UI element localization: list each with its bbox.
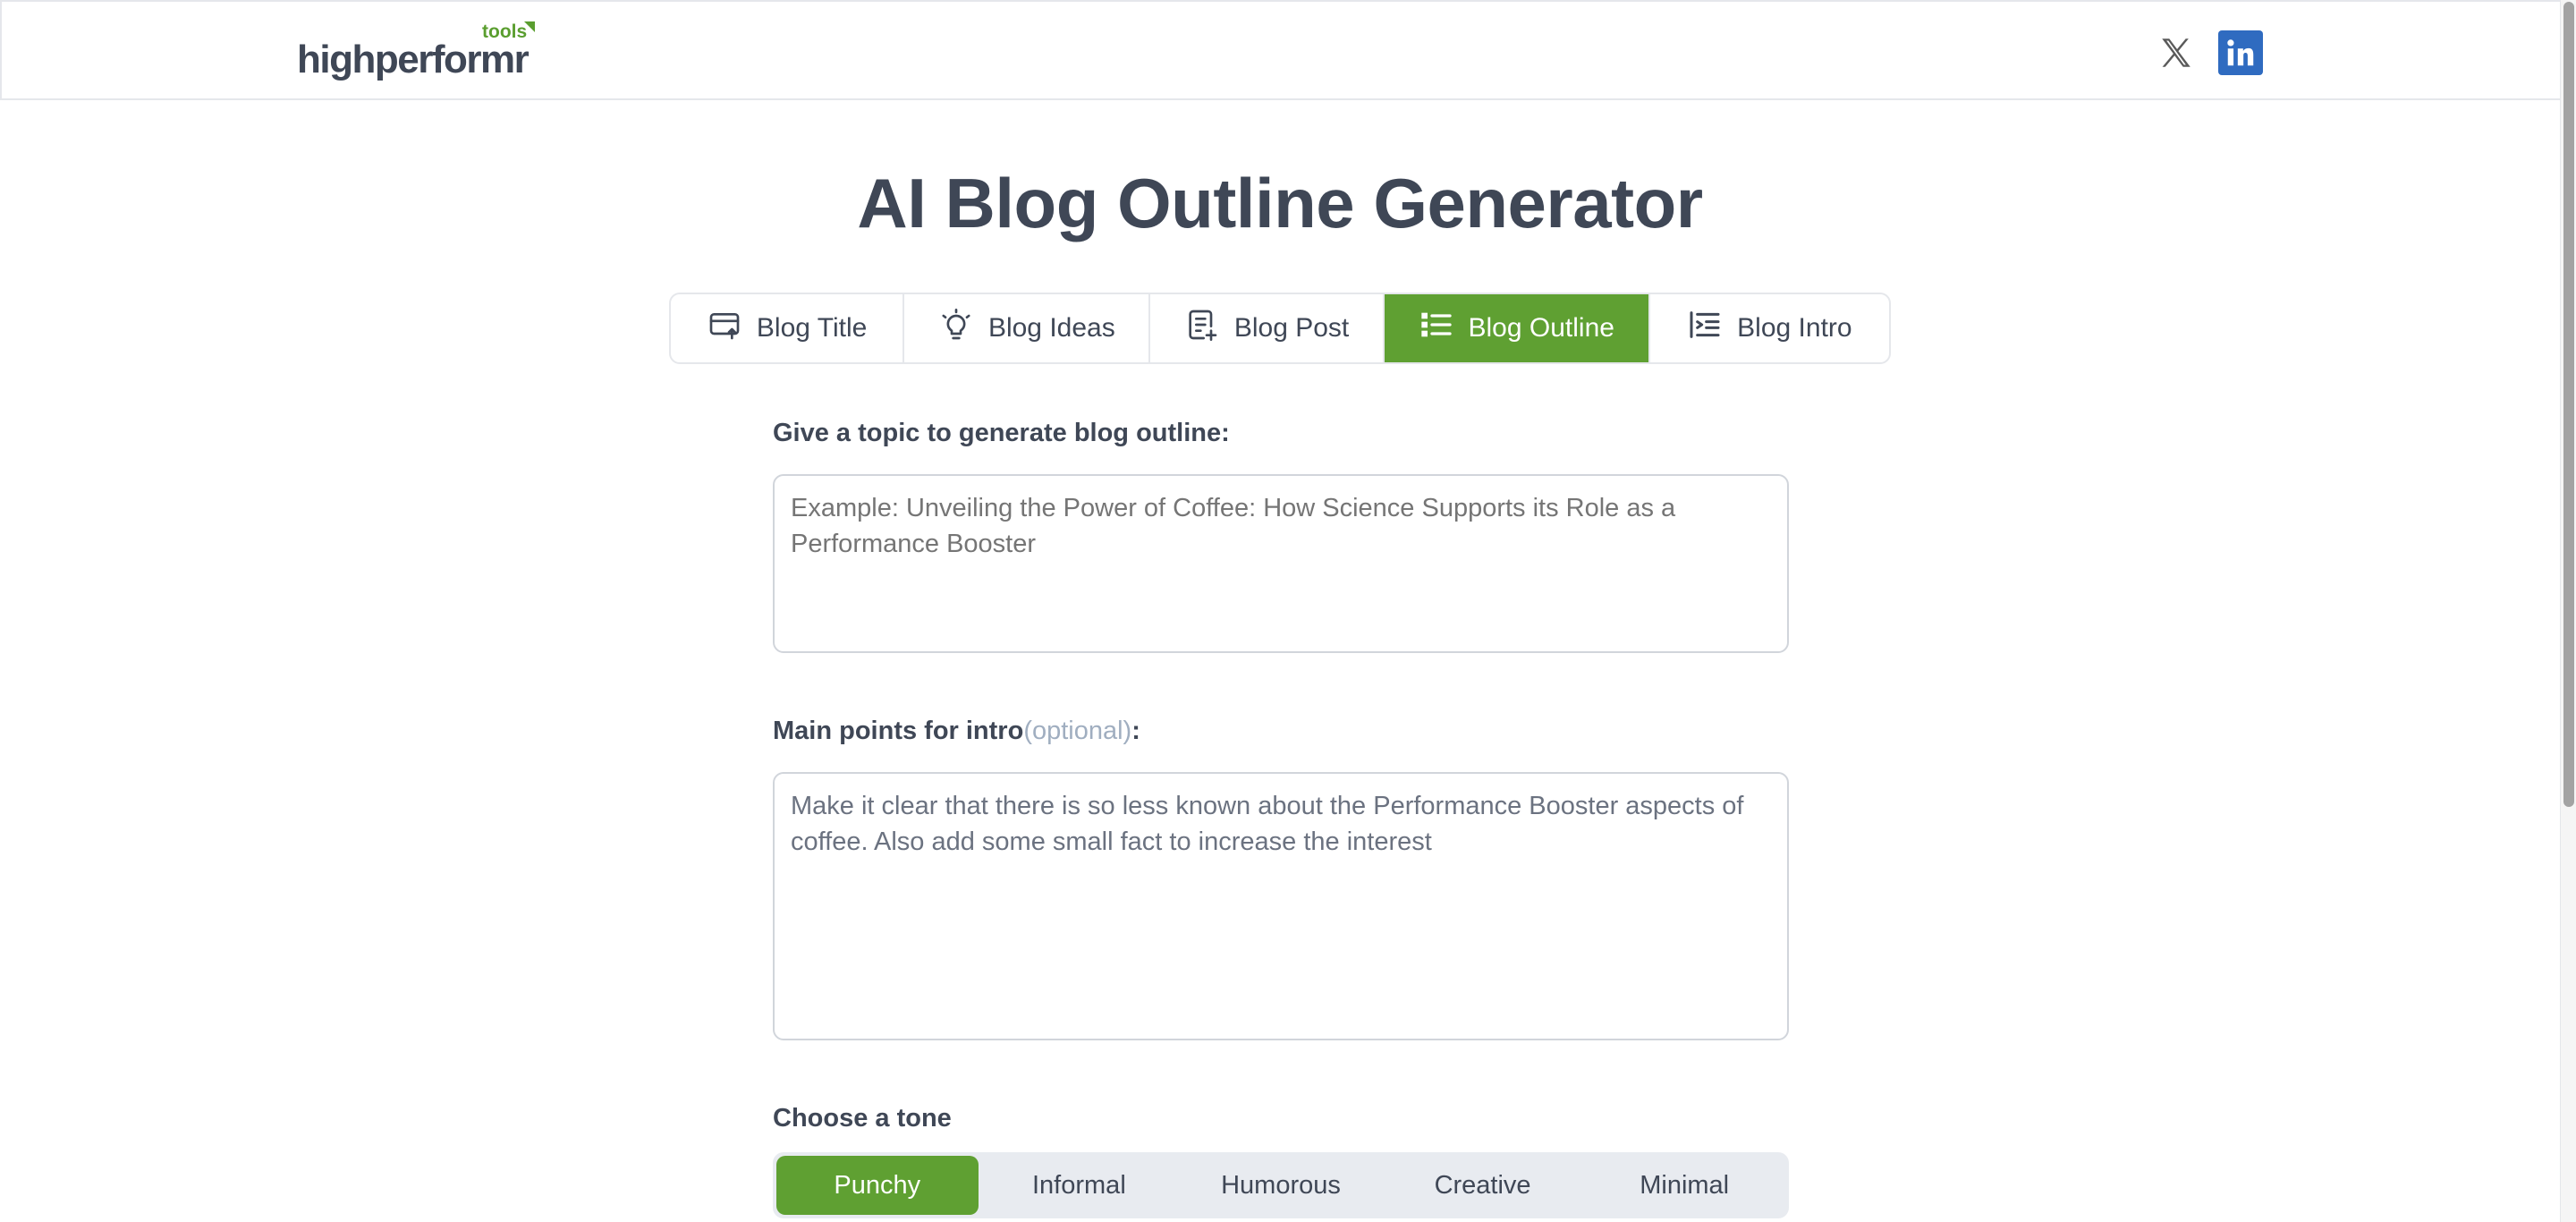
linkedin-icon[interactable] [2218, 30, 2263, 75]
intro-label-colon: : [1131, 717, 1140, 745]
intro-label-text: Main points for intro [773, 717, 1024, 745]
text-list-icon [1687, 307, 1723, 350]
topic-input[interactable] [773, 474, 1789, 653]
logo-flag-icon [524, 21, 535, 32]
document-add-icon [1184, 307, 1220, 350]
tone-minimal[interactable]: Minimal [1583, 1156, 1785, 1215]
topic-label: Give a topic to generate blog outline: [773, 419, 1230, 447]
tab-blog-intro[interactable]: Blog Intro [1650, 294, 1889, 362]
tab-label: Blog Title [756, 313, 868, 343]
page-title: AI Blog Outline Generator [857, 164, 1703, 242]
tab-label: Blog Outline [1468, 313, 1614, 343]
logo-tools-label: tools [482, 21, 528, 42]
tab-blog-title[interactable]: Blog Title [671, 294, 905, 362]
tone-humorous[interactable]: Humorous [1180, 1156, 1382, 1215]
lightbulb-icon [938, 307, 974, 350]
tone-selector: Punchy Informal Humorous Creative Minima… [773, 1152, 1789, 1218]
tab-label: Blog Intro [1737, 313, 1852, 343]
tab-blog-ideas[interactable]: Blog Ideas [904, 294, 1151, 362]
site-header: highperformr tools [0, 0, 2560, 100]
optional-hint: (optional) [1023, 717, 1132, 745]
page-scrollbar[interactable] [2560, 0, 2576, 1222]
tab-blog-outline[interactable]: Blog Outline [1384, 294, 1650, 362]
tone-informal[interactable]: Informal [979, 1156, 1181, 1215]
tab-label: Blog Post [1233, 313, 1350, 343]
tab-blog-post[interactable]: Blog Post [1150, 294, 1385, 362]
scrollbar-thumb[interactable] [2563, 2, 2574, 807]
tone-creative[interactable]: Creative [1382, 1156, 1584, 1215]
tool-tabs: Blog Title Blog Ideas Blog Post Blog Out… [669, 293, 1891, 364]
logo[interactable]: highperformr tools [297, 21, 547, 84]
tone-punchy[interactable]: Punchy [776, 1156, 979, 1215]
card-upload-icon [707, 307, 742, 350]
intro-points-input[interactable]: Make it clear that there is so less know… [773, 772, 1789, 1040]
x-icon[interactable] [2154, 30, 2199, 75]
tone-label: Choose a tone [773, 1104, 952, 1133]
list-icon [1419, 307, 1454, 350]
tab-label: Blog Ideas [987, 313, 1115, 343]
intro-label: Main points for intro(optional): [773, 717, 1140, 746]
logo-wordmark: highperformr [297, 38, 530, 81]
